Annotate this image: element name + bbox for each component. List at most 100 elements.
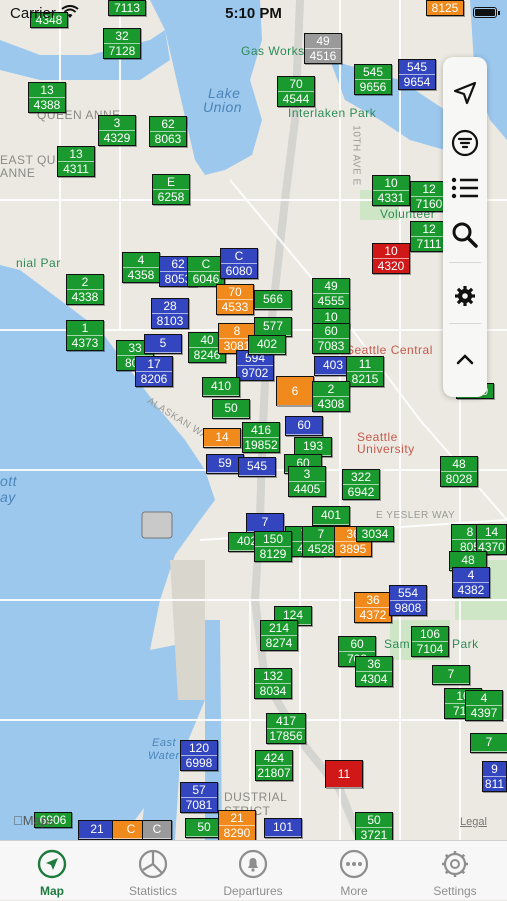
- bus-marker[interactable]: 6: [276, 376, 314, 406]
- bus-marker[interactable]: 4 4358: [122, 252, 160, 283]
- bus-marker[interactable]: 402: [248, 335, 286, 355]
- bus-marker[interactable]: 545 9656: [354, 64, 392, 95]
- bus-marker[interactable]: 132 8034: [254, 668, 292, 699]
- bus-marker[interactable]: 14: [203, 428, 241, 448]
- bus-marker[interactable]: 13 4311: [57, 146, 95, 177]
- tab-statistics[interactable]: Statistics: [103, 841, 203, 901]
- tab-label: Settings: [433, 884, 477, 898]
- bus-marker[interactable]: 3 4405: [288, 466, 326, 497]
- tab-settings[interactable]: Settings: [405, 841, 505, 901]
- bus-marker[interactable]: 7: [432, 665, 470, 685]
- tab-label: Map: [40, 884, 64, 898]
- bus-marker[interactable]: C 6080: [220, 248, 258, 279]
- tab-departures[interactable]: Departures: [203, 841, 303, 901]
- map-label-yesler-way: E YESLER WAY: [376, 510, 456, 521]
- filter-icon[interactable]: [443, 125, 487, 161]
- search-icon[interactable]: [443, 217, 487, 253]
- map-label-ay: ay: [0, 489, 16, 505]
- map-label-east: East: [152, 737, 177, 749]
- bus-marker[interactable]: 2 4308: [312, 381, 350, 412]
- map-base: [0, 0, 507, 840]
- status-bar: Carrier 5:10 PM: [0, 0, 507, 28]
- bus-marker[interactable]: 554 9808: [389, 585, 427, 616]
- bus-marker[interactable]: 28 8103: [151, 298, 189, 329]
- bus-marker[interactable]: 17 8206: [135, 356, 173, 387]
- bus-marker[interactable]: 48 8028: [440, 456, 478, 487]
- bus-marker[interactable]: 101: [264, 818, 302, 838]
- location-arrow-icon[interactable]: [443, 75, 487, 111]
- bus-marker[interactable]: 417 17856: [266, 713, 306, 744]
- bus-marker[interactable]: 1 4373: [66, 320, 104, 351]
- bus-marker[interactable]: 3034: [356, 526, 394, 542]
- bus-marker[interactable]: 50 3721: [355, 812, 393, 840]
- bus-marker[interactable]: 60: [285, 416, 323, 436]
- map-label-10th-ave: 10TH AVE E: [350, 125, 362, 186]
- bus-marker[interactable]: 57 7081: [180, 782, 218, 813]
- tab-more[interactable]: More: [304, 841, 404, 901]
- map-label-ott: ott: [0, 473, 18, 489]
- bell-icon: [238, 849, 268, 879]
- bus-marker[interactable]: 70 4533: [216, 284, 254, 315]
- bus-marker[interactable]: 150 8129: [254, 531, 292, 562]
- tab-map[interactable]: Map: [2, 841, 102, 901]
- bus-marker[interactable]: 416 19852: [242, 422, 280, 453]
- bus-marker[interactable]: 36 4304: [355, 656, 393, 687]
- map-toolbar: [443, 57, 487, 397]
- map-view[interactable]: QUEEN ANNE EAST QUEEN ANNE Lake Union Ga…: [0, 0, 507, 840]
- tab-bar: Map Statistics Departures More Settings: [0, 840, 507, 900]
- battery-icon: [473, 7, 500, 18]
- bus-marker[interactable]: 7: [246, 513, 284, 533]
- toolbar-divider: [449, 323, 481, 324]
- map-label-nial-par: nial Par: [16, 256, 61, 270]
- bus-marker[interactable]: 4 4382: [452, 567, 490, 598]
- bus-marker[interactable]: 62 8063: [149, 116, 187, 147]
- bus-marker[interactable]: 322 6942: [342, 469, 380, 500]
- bus-marker[interactable]: 32 7128: [103, 28, 141, 59]
- bus-marker[interactable]: 5: [144, 334, 182, 354]
- map-label-gas-works: Gas Works: [241, 44, 305, 58]
- bus-marker[interactable]: 545 9654: [398, 59, 436, 90]
- bus-marker[interactable]: 3 4329: [98, 115, 136, 146]
- bus-marker[interactable]: 7: [470, 733, 507, 753]
- bus-marker[interactable]: 410: [202, 377, 240, 397]
- list-icon[interactable]: [443, 170, 487, 206]
- map-label-union: Union: [203, 99, 243, 115]
- bus-marker[interactable]: 120 6998: [180, 740, 218, 771]
- bus-marker[interactable]: 2 4338: [66, 274, 104, 305]
- more-icon: [339, 849, 369, 879]
- map-label-sam: Sam: [384, 637, 411, 651]
- chevron-up-icon[interactable]: [443, 341, 487, 377]
- bus-marker[interactable]: 106 7104: [411, 626, 449, 657]
- bus-marker[interactable]: 11: [325, 760, 363, 788]
- map-label-interlaken-park: Interlaken Park: [288, 106, 377, 120]
- bus-marker[interactable]: 9 811: [482, 761, 507, 792]
- bus-marker[interactable]: 566: [254, 290, 292, 310]
- bus-marker[interactable]: 21: [78, 820, 116, 840]
- bus-marker[interactable]: 214 8274: [260, 620, 298, 651]
- gear-icon: [440, 849, 470, 879]
- bus-marker[interactable]: 21 8290: [218, 810, 256, 840]
- bus-marker[interactable]: 49 4516: [304, 33, 342, 64]
- bus-marker[interactable]: 577: [254, 317, 292, 337]
- bus-marker[interactable]: 50: [212, 399, 250, 419]
- status-time: 5:10 PM: [225, 5, 282, 22]
- bus-marker[interactable]: E 6258: [152, 174, 190, 205]
- bus-marker[interactable]: 49 4555: [312, 278, 350, 309]
- bus-marker[interactable]: 10 4320: [372, 243, 410, 274]
- gear-icon[interactable]: [443, 278, 487, 314]
- apple-maps-logo: Maps: [13, 813, 55, 828]
- bus-marker[interactable]: 401: [312, 506, 350, 526]
- bus-marker[interactable]: 70 4544: [277, 76, 315, 107]
- bus-marker[interactable]: 4 4397: [465, 690, 503, 721]
- legal-link[interactable]: Legal: [460, 816, 487, 828]
- bus-marker[interactable]: C: [142, 820, 172, 840]
- map-label-dustrial: DUSTRIAL: [224, 790, 288, 804]
- bus-marker[interactable]: 545: [238, 457, 276, 477]
- bus-marker[interactable]: 13 4388: [28, 82, 66, 113]
- map-label-university: University: [357, 442, 415, 456]
- bus-marker[interactable]: 424 21807: [255, 750, 293, 781]
- bus-marker[interactable]: 36 4372: [354, 592, 392, 623]
- bus-marker[interactable]: 60 7083: [312, 323, 350, 354]
- bus-marker[interactable]: 10 4331: [372, 175, 410, 206]
- bus-marker[interactable]: 11 8215: [346, 356, 384, 387]
